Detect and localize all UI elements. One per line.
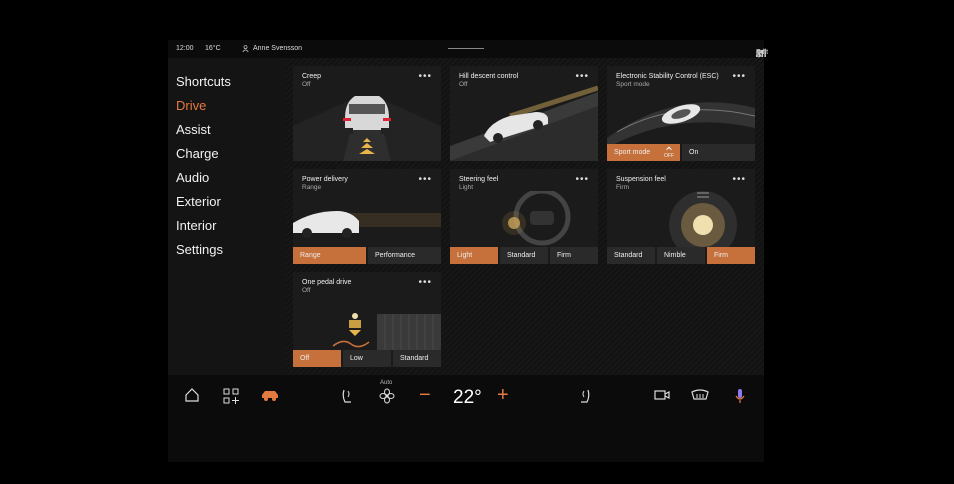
drag-handle[interactable] [448, 48, 484, 49]
esc-off-icon: OFF [664, 145, 674, 159]
card-one-pedal-drive[interactable]: One pedal drive Off ••• Off Low Standard [293, 272, 441, 367]
sidebar-item-charge[interactable]: Charge [176, 146, 219, 161]
option-on[interactable]: On [682, 144, 755, 161]
option-light[interactable]: Light [450, 247, 498, 264]
sidebar-item-shortcuts[interactable]: Shortcuts [176, 74, 231, 89]
car-icon[interactable] [260, 388, 280, 405]
more-options-icon[interactable]: ••• [732, 175, 746, 185]
card-value: Off [302, 287, 311, 294]
one-pedal-illustration [332, 313, 441, 350]
steering-feel-options: Light Standard Firm [450, 247, 598, 264]
option-range[interactable]: Range [293, 247, 366, 264]
more-options-icon[interactable]: ••• [732, 72, 746, 82]
esc-illustration [607, 102, 755, 144]
sidebar-item-audio[interactable]: Audio [176, 170, 209, 185]
temperature-increase-button[interactable]: + [497, 384, 509, 407]
sidebar-item-drive[interactable]: Drive [176, 98, 206, 113]
more-options-icon[interactable]: ••• [575, 72, 589, 82]
defrost-icon[interactable] [691, 388, 709, 405]
option-firm[interactable]: Firm [707, 247, 755, 264]
card-value: Light [459, 184, 474, 191]
card-power-delivery[interactable]: Power delivery Range ••• Range Performan… [293, 169, 441, 264]
option-standard[interactable]: Standard [393, 350, 441, 367]
card-title: Creep [302, 73, 322, 80]
card-title: Hill descent control [459, 73, 519, 80]
temperature-display: 22° [453, 387, 482, 408]
status-bar: 12:00 16°C Anne Svensson Edit [168, 40, 768, 59]
card-value: Sport mode [616, 81, 650, 88]
sidebar-item-exterior[interactable]: Exterior [176, 194, 221, 209]
more-options-icon[interactable]: ••• [418, 72, 432, 82]
card-esc[interactable]: Electronic Stability Control (ESC) Sport… [607, 66, 755, 161]
sidebar-item-interior[interactable]: Interior [176, 218, 216, 233]
option-nimble[interactable]: Nimble [657, 247, 705, 264]
temperature-decrease-button[interactable]: − [419, 384, 431, 407]
more-options-icon[interactable]: ••• [418, 278, 432, 288]
card-steering-feel[interactable]: Steering feel Light ••• Light Standard F… [450, 169, 598, 264]
option-off[interactable]: Off [293, 350, 341, 367]
suspension-feel-options: Standard Nimble Firm [607, 247, 755, 264]
card-title: Suspension feel [616, 176, 666, 183]
sidebar: Shortcuts Drive Assist Charge Audio Exte… [168, 58, 286, 375]
option-firm[interactable]: Firm [550, 247, 598, 264]
more-options-icon[interactable]: ••• [575, 175, 589, 185]
card-title: One pedal drive [302, 279, 352, 286]
card-suspension-feel[interactable]: Suspension feel Firm ••• Standard Nimble… [607, 169, 755, 264]
card-title: Electronic Stability Control (ESC) [616, 73, 719, 80]
card-value: Range [302, 184, 322, 191]
user-icon [242, 45, 249, 54]
apps-icon[interactable] [223, 388, 239, 407]
card-hill-descent[interactable]: Hill descent control Off ••• [450, 66, 598, 161]
seat-heat-left-icon[interactable] [340, 388, 354, 407]
one-pedal-options: Off Low Standard [293, 350, 441, 367]
status-temperature: 16°C [205, 45, 221, 52]
card-creep[interactable]: Creep Off ••• [293, 66, 441, 161]
seat-heat-right-icon[interactable] [578, 388, 592, 407]
infotainment-screen: 12:00 16°C Anne Svensson Edit Shortcuts … [168, 40, 768, 462]
sidebar-item-assist[interactable]: Assist [176, 122, 211, 137]
option-sport-mode[interactable]: Sport mode OFF [607, 144, 680, 161]
card-title: Steering feel [459, 176, 499, 183]
status-time: 12:00 [176, 45, 194, 52]
card-value: Off [459, 81, 468, 88]
power-delivery-illustration [293, 211, 441, 238]
esc-options: Sport mode OFF On [607, 144, 755, 161]
power-delivery-options: Range Performance [293, 247, 441, 264]
option-low[interactable]: Low [343, 350, 391, 367]
microphone-icon[interactable] [735, 388, 745, 407]
option-standard[interactable]: Standard [500, 247, 548, 264]
user-name[interactable]: Anne Svensson [253, 45, 302, 52]
sidebar-item-settings[interactable]: Settings [176, 242, 223, 257]
card-title: Power delivery [302, 176, 348, 183]
more-options-icon[interactable]: ••• [418, 175, 432, 185]
home-icon[interactable] [184, 388, 200, 405]
card-value: Firm [616, 184, 629, 191]
fan-icon[interactable] [379, 388, 395, 407]
steering-wheel-illustration [502, 191, 571, 246]
option-performance[interactable]: Performance [368, 247, 441, 264]
climate-bar: Auto − 22° + [168, 375, 764, 462]
camera-icon[interactable] [654, 388, 670, 404]
suspension-illustration [669, 191, 737, 247]
option-standard[interactable]: Standard [607, 247, 655, 264]
main-area: Shortcuts Drive Assist Charge Audio Exte… [168, 58, 764, 375]
card-value: Off [302, 81, 311, 88]
fan-mode-label: Auto [380, 380, 393, 386]
